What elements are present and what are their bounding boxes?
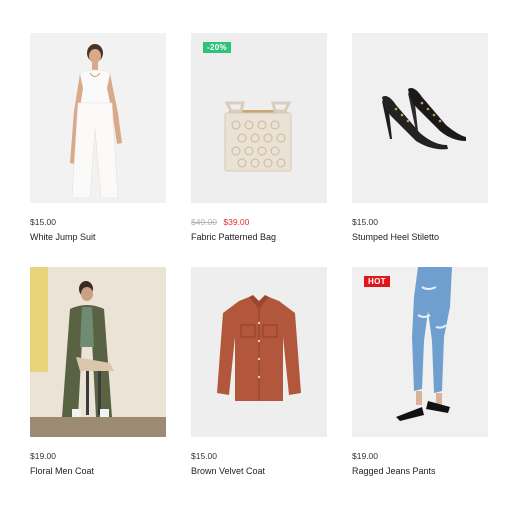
product-image[interactable]: [191, 267, 327, 437]
price: $15.00: [352, 217, 378, 227]
price-row: $19.00: [352, 450, 488, 462]
ripped-jeans-illustration: [396, 267, 452, 421]
sale-price: $39.00: [223, 217, 250, 227]
product-name[interactable]: Ragged Jeans Pants: [352, 465, 488, 478]
man-coat-illustration: [30, 267, 166, 437]
product-card: $19.00 Floral Men Coat: [30, 267, 166, 478]
product-name[interactable]: Fabric Patterned Bag: [191, 231, 327, 244]
product-name[interactable]: White Jump Suit: [30, 231, 166, 244]
price-row: $15.00: [30, 216, 166, 228]
price: $15.00: [30, 217, 56, 227]
product-image[interactable]: [30, 33, 166, 203]
woman-jumpsuit-illustration: [70, 44, 122, 199]
product-image[interactable]: [30, 267, 166, 437]
price-row: $15.00: [352, 216, 488, 228]
product-card: $15.00 White Jump Suit: [30, 33, 166, 244]
product-name[interactable]: Floral Men Coat: [30, 465, 166, 478]
product-image[interactable]: [352, 33, 488, 203]
product-image[interactable]: HOT: [352, 267, 488, 437]
product-image[interactable]: -20%: [191, 33, 327, 203]
stiletto-shoes-illustration: [382, 88, 466, 150]
crochet-bag-illustration: [224, 101, 292, 172]
price: $19.00: [352, 451, 378, 461]
price-row: $49.00 $39.00: [191, 216, 327, 228]
price-row: $15.00: [191, 450, 327, 462]
product-name[interactable]: Brown Velvet Coat: [191, 465, 327, 478]
product-name[interactable]: Stumped Heel Stiletto: [352, 231, 488, 244]
product-card: -20% $49.00 $39.00 Fabric Patterned Bag: [191, 33, 327, 244]
price: $19.00: [30, 451, 56, 461]
product-card: $15.00 Stumped Heel Stiletto: [352, 33, 488, 244]
old-price: $49.00: [191, 217, 217, 227]
discount-badge: -20%: [203, 42, 231, 53]
product-card: $15.00 Brown Velvet Coat: [191, 267, 327, 478]
hot-badge: HOT: [364, 276, 390, 287]
price: $15.00: [191, 451, 217, 461]
product-card: HOT $19.00 Ragged Jeans Pants: [352, 267, 488, 478]
price-row: $19.00: [30, 450, 166, 462]
brown-jacket-illustration: [217, 295, 301, 401]
